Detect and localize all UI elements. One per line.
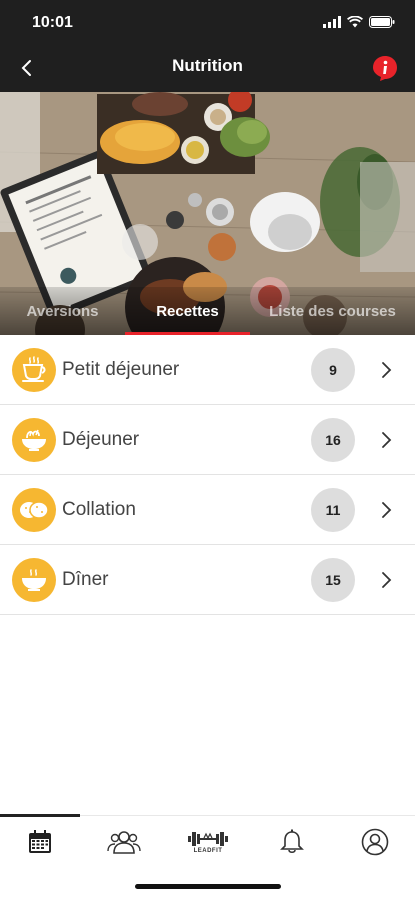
recipe-count-badge: 15 (311, 558, 355, 602)
tab-community[interactable] (104, 824, 144, 860)
coffee-cup-icon (12, 348, 56, 392)
tab-aversions[interactable]: Aversions (0, 287, 125, 335)
dinner-bowl-icon (12, 558, 56, 602)
tab-notifications[interactable] (272, 824, 312, 860)
status-time: 10:01 (32, 14, 73, 31)
tab-recettes[interactable]: Recettes (125, 287, 250, 335)
tab-leadfit[interactable]: LEADFIT (183, 824, 233, 860)
recipe-tabs: Aversions Recettes Liste des courses (0, 287, 415, 335)
community-icon (107, 831, 141, 854)
cellular-signal-icon (323, 16, 341, 28)
status-icons (323, 16, 395, 28)
chevron-right-icon (382, 502, 392, 518)
meal-list: Petit déjeuner 9 Déjeuner 16 Collation 1… (0, 335, 415, 615)
meal-row-diner[interactable]: Dîner 15 (0, 545, 415, 615)
home-indicator (135, 884, 281, 889)
profile-icon (361, 828, 389, 856)
leadfit-logo-text: LEADFIT (193, 848, 223, 854)
recipe-count-badge: 16 (311, 418, 355, 462)
info-button[interactable] (371, 54, 399, 82)
hero-image: Aversions Recettes Liste des courses (0, 92, 415, 335)
leadfit-logo (188, 832, 228, 846)
page-title: Nutrition (172, 56, 243, 75)
meal-row-petit-dejeuner[interactable]: Petit déjeuner 9 (0, 335, 415, 405)
meal-label: Petit déjeuner (62, 359, 180, 380)
calendar-icon (29, 830, 51, 853)
active-tab-indicator (0, 814, 80, 817)
tab-liste-des-courses[interactable]: Liste des courses (250, 287, 415, 335)
meal-label: Dîner (62, 569, 109, 590)
nav-bar: Nutrition (0, 44, 415, 92)
tab-profile[interactable] (355, 824, 395, 860)
meal-row-collation[interactable]: Collation 11 (0, 475, 415, 545)
chevron-right-icon (382, 572, 392, 588)
info-badge-icon (373, 56, 397, 81)
battery-icon (369, 16, 395, 28)
chevron-right-icon (382, 362, 392, 378)
cookies-icon (12, 488, 56, 532)
recipe-count-badge: 11 (311, 488, 355, 532)
chevron-right-icon (382, 432, 392, 448)
tab-calendar[interactable] (20, 824, 60, 860)
salad-bowl-icon (12, 418, 56, 462)
status-bar: 10:01 (0, 0, 415, 44)
meal-label: Déjeuner (62, 429, 140, 450)
meal-row-dejeuner[interactable]: Déjeuner 16 (0, 405, 415, 475)
recipe-count-badge: 9 (311, 348, 355, 392)
bell-icon (280, 829, 304, 854)
wifi-icon (347, 16, 363, 28)
bottom-tab-bar: LEADFIT (0, 814, 415, 867)
meal-label: Collation (62, 499, 136, 520)
